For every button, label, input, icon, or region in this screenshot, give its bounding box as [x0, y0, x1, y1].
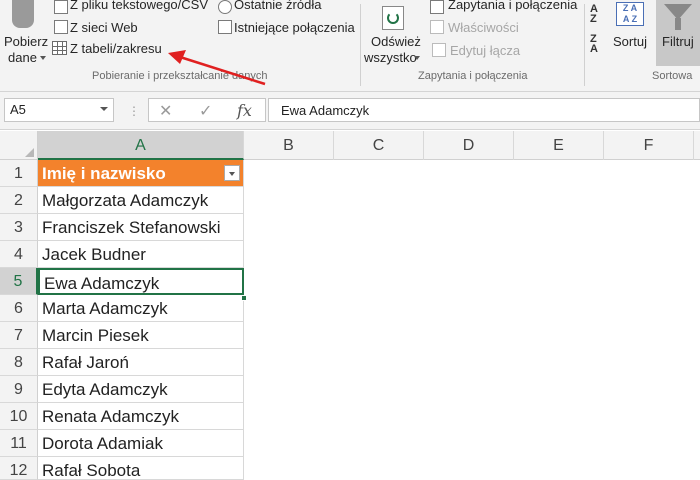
formula-value: Ewa Adamczyk	[281, 103, 370, 118]
sort-za-icon: Z A	[590, 33, 598, 55]
queries-connections-button[interactable]: Zapytania i połączenia	[430, 0, 580, 17]
sort-label: Sortuj	[613, 34, 647, 49]
row-header[interactable]: 8	[0, 349, 38, 376]
formula-buttons: ✕ ✓ fx	[148, 98, 266, 122]
row-header[interactable]: 6	[0, 295, 38, 322]
table-cell[interactable]: Franciszek Stefanowski	[38, 214, 244, 241]
row-header[interactable]: 11	[0, 430, 38, 457]
queries-connections-label: Zapytania i połączenia	[448, 0, 578, 12]
edit-links-button[interactable]: Edytuj łącza	[430, 41, 530, 58]
row-header[interactable]: 5	[0, 268, 38, 295]
chevron-down-icon	[414, 56, 420, 60]
ribbon-separator	[584, 4, 585, 86]
sort-dialog-icon: Z AA Z	[616, 2, 644, 26]
properties-button[interactable]: Właściwości	[430, 20, 530, 37]
column-header-f[interactable]: F	[604, 131, 694, 160]
ribbon: Pobierz dane Z pliku tekstowego/CSV Z si…	[0, 0, 700, 92]
refresh-icon	[382, 6, 404, 30]
name-box-value: A5	[10, 102, 26, 117]
row-header[interactable]: 1	[0, 160, 38, 187]
table-cell[interactable]: Małgorzata Adamczyk	[38, 187, 244, 214]
name-box[interactable]: A5	[4, 98, 114, 122]
insert-function-button[interactable]: fx	[237, 101, 252, 120]
table-cell[interactable]: Marcin Piesek	[38, 322, 244, 349]
properties-label: Właściwości	[448, 20, 519, 35]
row-header[interactable]: 7	[0, 322, 38, 349]
more-options-icon: ⋮	[128, 104, 140, 118]
formula-input[interactable]: Ewa Adamczyk	[268, 98, 700, 122]
table-cell[interactable]: Edyta Adamczyk	[38, 376, 244, 403]
sort-button[interactable]: Z AA Z Sortuj	[612, 0, 650, 66]
table-header-cell[interactable]: Imię i nazwisko	[38, 160, 244, 187]
row-header[interactable]: 3	[0, 214, 38, 241]
table-cell[interactable]: Rafał Sobota	[38, 457, 244, 480]
row-header[interactable]: 2	[0, 187, 38, 214]
formula-bar: A5 ⋮ ✕ ✓ fx Ewa Adamczyk	[0, 92, 700, 130]
refresh-all-button[interactable]: Odśwież wszystko	[364, 0, 422, 66]
table-cell[interactable]: Renata Adamczyk	[38, 403, 244, 430]
row-header[interactable]: 4	[0, 241, 38, 268]
column-header-b[interactable]: B	[244, 131, 334, 160]
column-header-row: A B C D E F	[0, 131, 700, 160]
filter-dropdown-icon[interactable]	[224, 165, 240, 181]
table-cell[interactable]: Marta Adamczyk	[38, 295, 244, 322]
column-header-e[interactable]: E	[514, 131, 604, 160]
column-header-a[interactable]: A	[38, 131, 244, 160]
row-header[interactable]: 10	[0, 403, 38, 430]
table-cell[interactable]: Jacek Budner	[38, 241, 244, 268]
refresh-all-label-2: wszystko	[364, 50, 417, 65]
table-cell[interactable]: Rafał Jaroń	[38, 349, 244, 376]
link-icon	[432, 43, 446, 57]
column-header-c[interactable]: C	[334, 131, 424, 160]
chevron-down-icon[interactable]	[100, 107, 108, 111]
sort-az-icon: A Z	[590, 3, 598, 25]
properties-icon	[430, 20, 444, 34]
group-label-queries: Zapytania i połączenia	[418, 70, 528, 82]
sort-az-button[interactable]: A Z	[590, 4, 610, 26]
select-all-corner[interactable]	[0, 131, 38, 160]
table-cell[interactable]: Dorota Adamiak	[38, 430, 244, 457]
group-label-sort: Sortowa	[652, 70, 693, 82]
row-header[interactable]: 12	[0, 457, 38, 480]
queries-icon	[430, 0, 444, 14]
ribbon-separator	[360, 4, 361, 86]
cancel-icon[interactable]: ✕	[159, 101, 172, 121]
row-header[interactable]: 9	[0, 376, 38, 403]
edit-links-label: Edytuj łącza	[450, 43, 521, 58]
enter-icon[interactable]: ✓	[199, 101, 212, 121]
refresh-all-label-1: Odśwież	[371, 34, 421, 49]
active-cell[interactable]: Ewa Adamczyk	[38, 268, 244, 295]
filter-button[interactable]: Filtruj	[656, 0, 700, 66]
filter-label: Filtruj	[662, 34, 694, 49]
fill-handle[interactable]	[241, 295, 247, 301]
column-header-d[interactable]: D	[424, 131, 514, 160]
table-header-label: Imię i nazwisko	[42, 164, 166, 183]
sort-za-button[interactable]: Z A	[590, 34, 610, 56]
